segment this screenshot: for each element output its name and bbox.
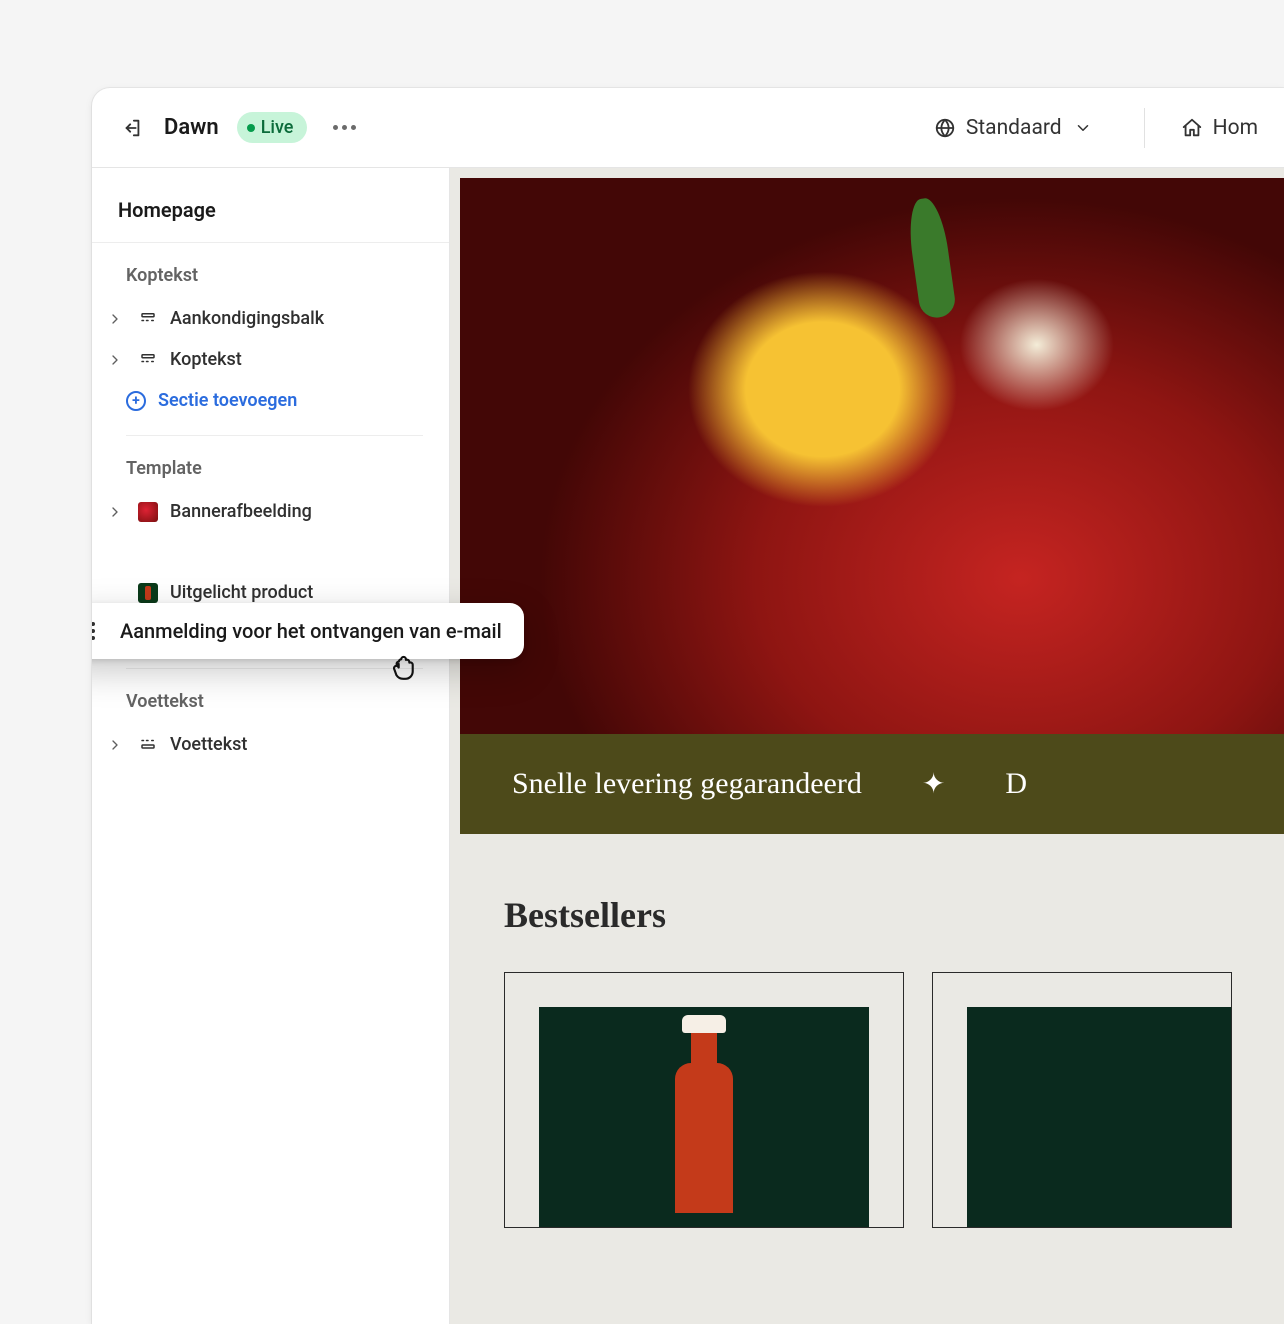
main-row: Homepage Koptekst Aankondigingsbalk Ko [92, 168, 1284, 1324]
status-badge: Live [237, 112, 308, 143]
topbar: Dawn Live Standaard Hom [92, 88, 1284, 168]
bottle-illustration [674, 1015, 734, 1215]
tree-item-announcement-bar[interactable]: Aankondigingsbalk [92, 298, 449, 339]
marquee-bar: Snelle levering gegarandeerd ✦ D [460, 734, 1284, 834]
group-label-template: Template [92, 436, 449, 491]
theme-name: Dawn [164, 115, 219, 140]
chevron-right-icon [104, 504, 126, 520]
marquee-text: D [1005, 767, 1027, 801]
globe-icon [934, 117, 956, 139]
sparkle-icon: ✦ [922, 767, 945, 801]
product-image [539, 1007, 869, 1227]
add-section-label: Sectie toevoegen [158, 390, 297, 411]
tree-item-image-banner[interactable]: Bannerafbeelding [92, 491, 449, 532]
section-icon [138, 735, 158, 755]
product-image [967, 1007, 1231, 1227]
product-grid [504, 972, 1240, 1228]
status-dot-icon [247, 124, 255, 132]
grab-cursor-icon [387, 648, 421, 686]
thumbnail-icon [138, 502, 158, 522]
thumbnail-icon [138, 583, 158, 603]
status-label: Live [261, 117, 294, 138]
tree-item-header[interactable]: Koptekst [92, 339, 449, 380]
section-title: Bestsellers [504, 894, 1240, 936]
page-selector[interactable]: Hom [1181, 116, 1258, 140]
product-card[interactable] [504, 972, 904, 1228]
add-section-header[interactable]: + Sectie toevoegen [92, 380, 449, 421]
tree-item-label: Uitgelicht product [170, 582, 313, 603]
editor-window: Dawn Live Standaard Hom Homepa [92, 88, 1284, 1324]
dragging-section-card[interactable]: Aanmelding voor het ontvangen van e-mail [92, 603, 524, 659]
section-icon [138, 350, 158, 370]
tree-item-label: Bannerafbeelding [170, 501, 312, 522]
divider [1144, 108, 1145, 148]
tree-item-label: Voettekst [170, 734, 247, 755]
home-crumb-label: Hom [1213, 116, 1258, 140]
chevron-down-icon [1072, 117, 1094, 139]
preview-pane[interactable]: Snelle levering gegarandeerd ✦ D Bestsel… [450, 168, 1284, 1324]
chevron-right-icon [104, 737, 126, 753]
hero-image [460, 178, 1284, 734]
tree-item-label: Aankondigingsbalk [170, 308, 324, 329]
bestsellers-section: Bestsellers [460, 834, 1284, 1228]
home-icon [1181, 117, 1203, 139]
exit-icon [121, 117, 143, 139]
group-label-header: Koptekst [92, 243, 449, 298]
section-icon [138, 309, 158, 329]
marquee-text: Snelle levering gegarandeerd [512, 767, 862, 801]
chevron-right-icon [104, 352, 126, 368]
locale-select[interactable]: Standaard [934, 116, 1116, 140]
chevron-right-icon [104, 311, 126, 327]
back-button[interactable] [118, 114, 146, 142]
sidebar: Homepage Koptekst Aankondigingsbalk Ko [92, 168, 450, 1324]
page-title[interactable]: Homepage [92, 188, 449, 243]
plus-circle-icon: + [126, 391, 146, 411]
locale-label: Standaard [966, 116, 1062, 140]
drag-handle-icon[interactable] [92, 622, 102, 640]
product-card[interactable] [932, 972, 1232, 1228]
dragging-item-label: Aanmelding voor het ontvangen van e-mail [120, 619, 502, 643]
tree-item-label: Koptekst [170, 349, 242, 370]
more-menu-button[interactable] [333, 125, 365, 130]
tree-item-footer[interactable]: Voettekst [92, 724, 449, 765]
